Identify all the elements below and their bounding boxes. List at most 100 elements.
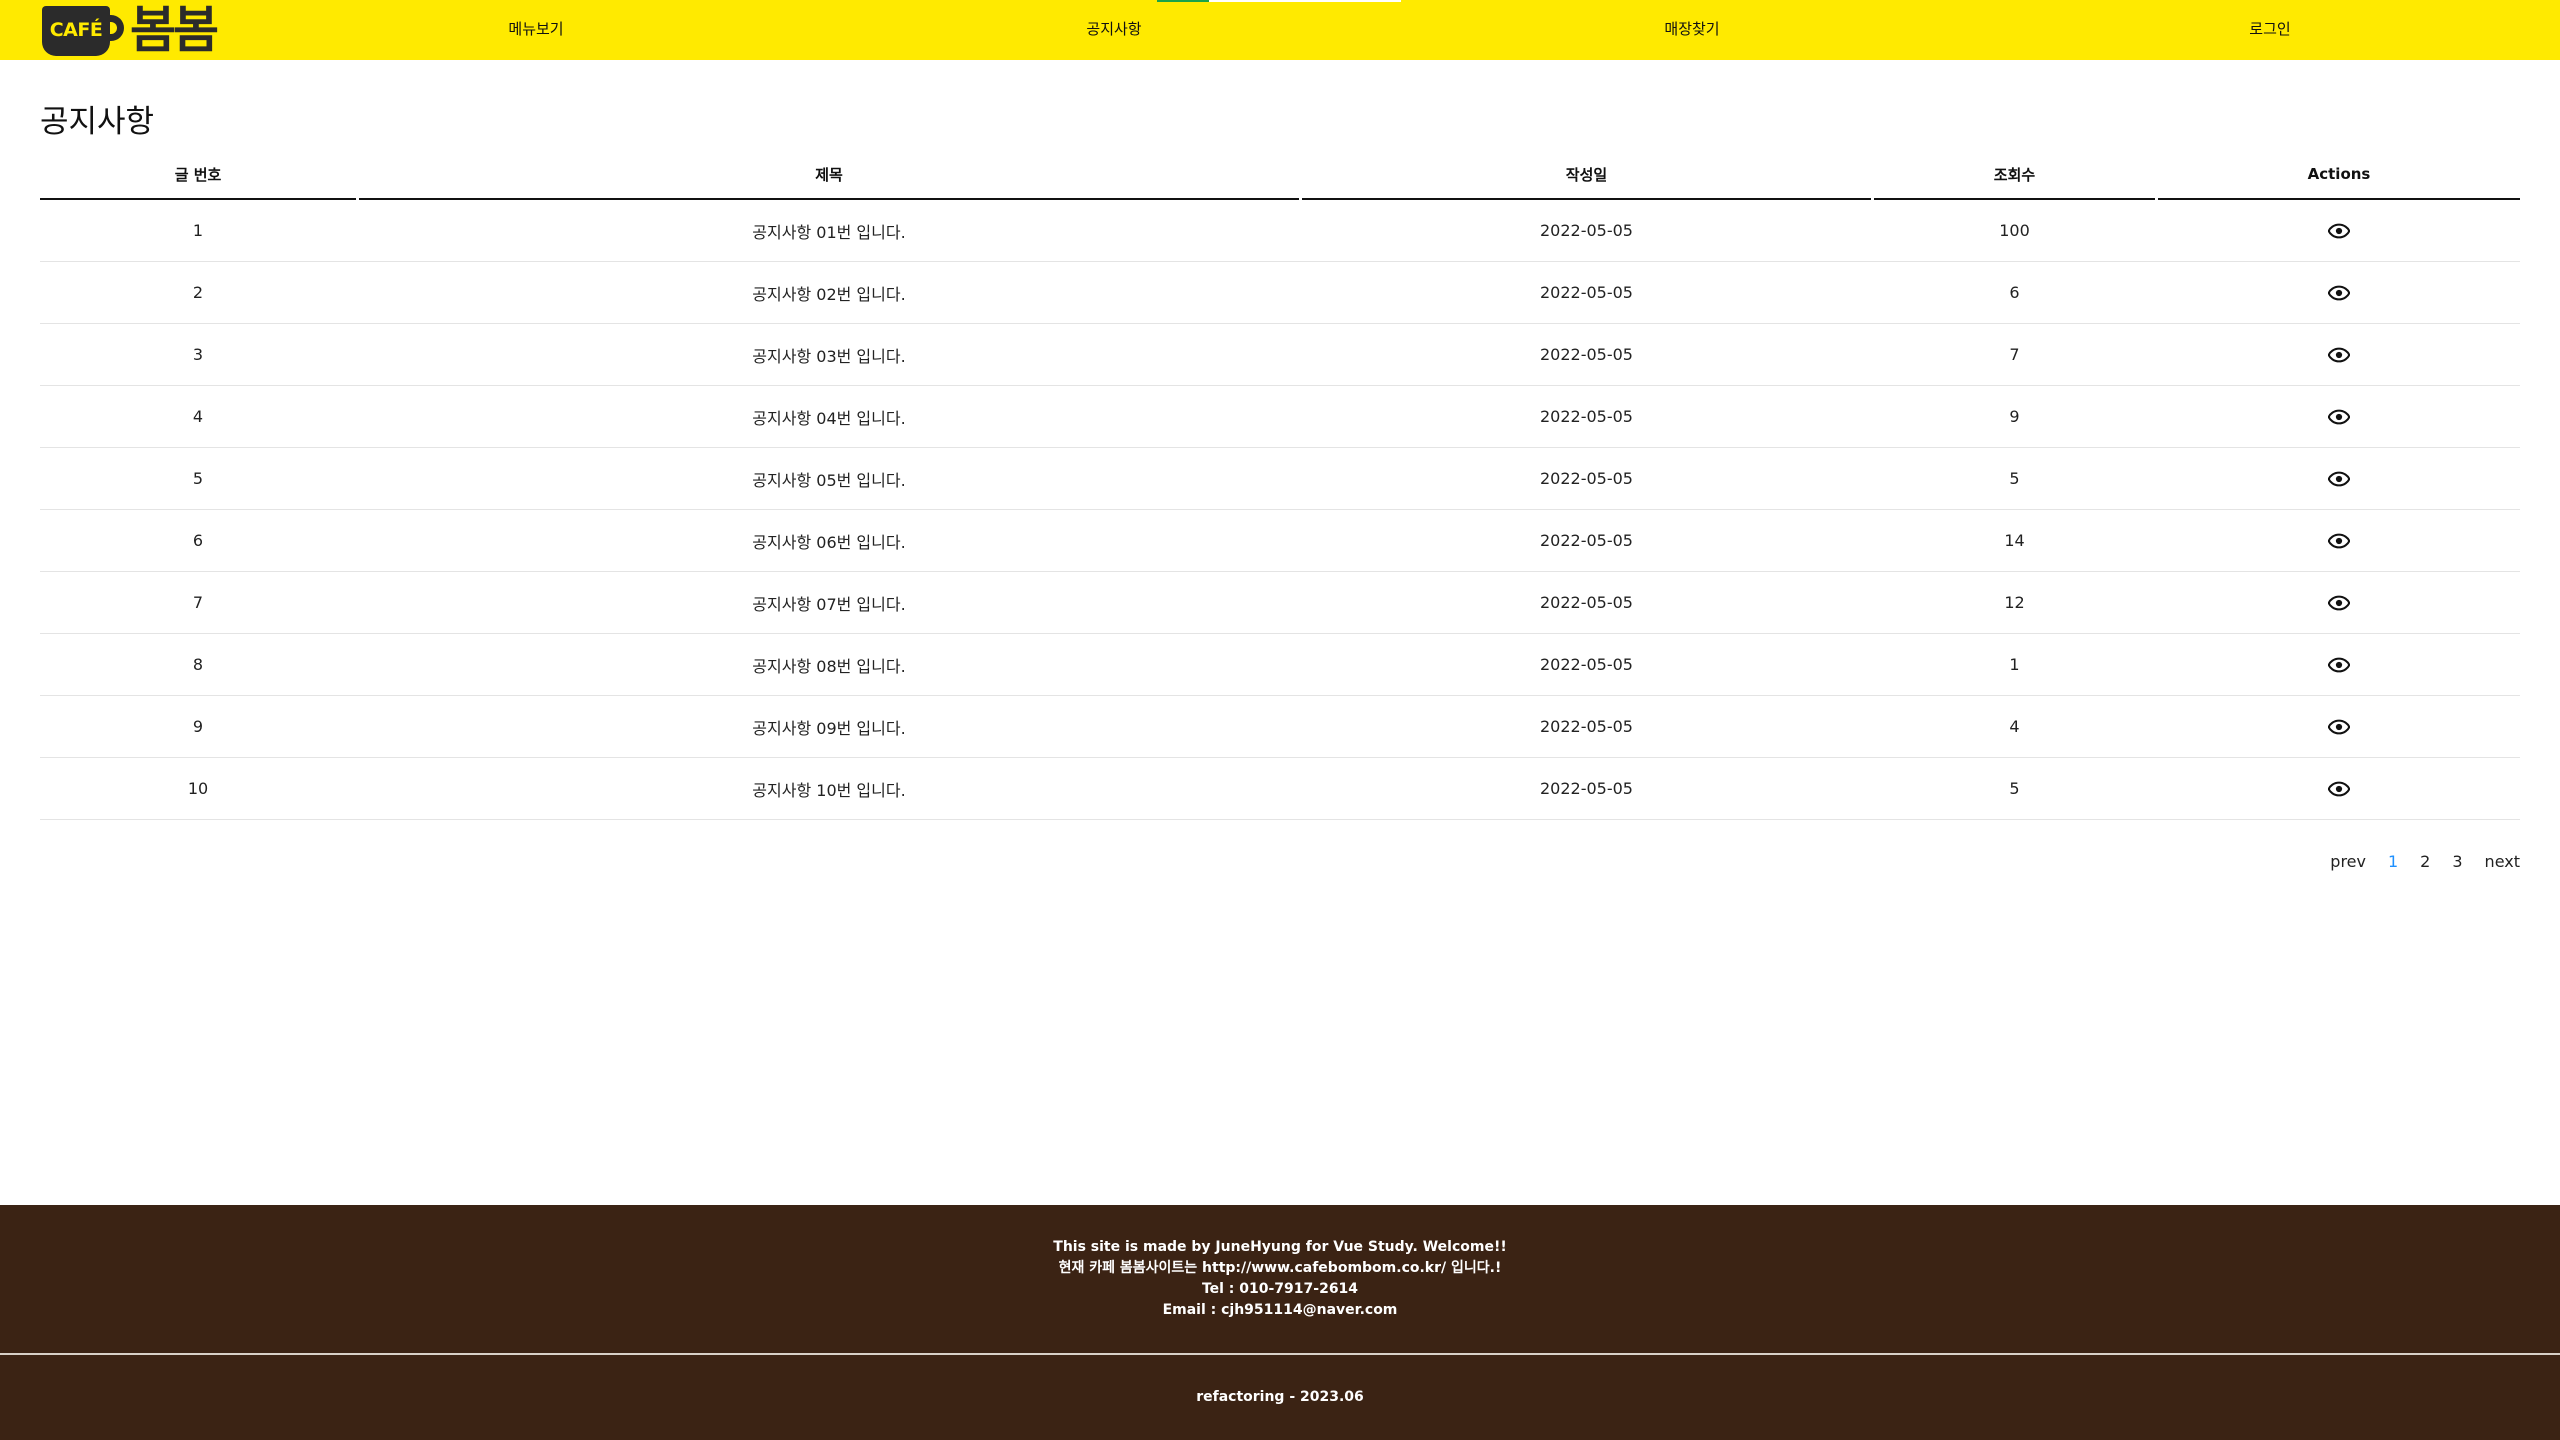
cell-title[interactable]: 공지사항 06번 입니다. xyxy=(359,510,1299,571)
footer-credit-text: This site is made by JuneHyung for Vue S… xyxy=(1053,1239,1507,1255)
footer-tel: Tel : 010-7917-2614 xyxy=(1201,1281,1359,1297)
cell-date: 2022-05-05 xyxy=(1540,469,1633,488)
eye-icon[interactable] xyxy=(2328,409,2350,425)
pagination-prev[interactable]: prev xyxy=(2330,852,2366,871)
eye-icon[interactable] xyxy=(2328,657,2350,673)
nav-item-login[interactable]: 로그인 xyxy=(2249,0,2290,60)
cell-number: 8 xyxy=(192,655,204,674)
logo-cafe-text: CAFÉ xyxy=(49,19,103,41)
table-row[interactable]: 7 공지사항 07번 입니다. 2022-05-05 12 xyxy=(40,572,2520,634)
table-header-row: 글 번호 제목 작성일 조회수 Actions xyxy=(40,150,2520,200)
nav-item-menu[interactable]: 메뉴보기 xyxy=(508,0,563,60)
footer-site-suffix: 입니다.! xyxy=(1446,1260,1502,1276)
cell-title[interactable]: 공지사항 10번 입니다. xyxy=(359,758,1299,819)
cell-title[interactable]: 공지사항 05번 입니다. xyxy=(359,448,1299,509)
cell-title[interactable]: 공지사항 09번 입니다. xyxy=(359,696,1299,757)
footer-info: This site is made by JuneHyung for Vue S… xyxy=(0,1237,2560,1321)
cell-title[interactable]: 공지사항 02번 입니다. xyxy=(359,262,1299,323)
eye-icon[interactable] xyxy=(2328,347,2350,363)
cell-date: 2022-05-05 xyxy=(1540,407,1633,426)
table-row[interactable]: 4 공지사항 04번 입니다. 2022-05-05 9 xyxy=(40,386,2520,448)
cell-number: 9 xyxy=(192,717,204,736)
cell-views: 4 xyxy=(2009,717,2020,736)
eye-icon[interactable] xyxy=(2328,719,2350,735)
cell-views: 1 xyxy=(2009,655,2020,674)
footer-copyright: refactoring - 2023.06 xyxy=(1196,1389,1364,1405)
eye-icon[interactable] xyxy=(2328,223,2350,239)
cell-actions xyxy=(2158,386,2520,447)
eye-icon[interactable] xyxy=(2328,781,2350,797)
column-header-views[interactable]: 조회수 xyxy=(1874,150,2155,200)
cell-date: 2022-05-05 xyxy=(1540,655,1633,674)
table-row[interactable]: 2 공지사항 02번 입니다. 2022-05-05 6 xyxy=(40,262,2520,324)
table-row[interactable]: 9 공지사항 09번 입니다. 2022-05-05 4 xyxy=(40,696,2520,758)
cell-actions xyxy=(2158,262,2520,323)
notice-table: 글 번호 제목 작성일 조회수 Actions 1 공지사항 01번 입니다. 20… xyxy=(40,150,2520,820)
footer-site-prefix: 현재 카페 봄봄사이트는 xyxy=(1058,1260,1203,1276)
table-row[interactable]: 8 공지사항 08번 입니다. 2022-05-05 1 xyxy=(40,634,2520,696)
table-row[interactable]: 5 공지사항 05번 입니다. 2022-05-05 5 xyxy=(40,448,2520,510)
pagination-page-3[interactable]: 3 xyxy=(2452,852,2462,871)
cell-actions xyxy=(2158,324,2520,385)
cell-views: 5 xyxy=(2009,779,2020,798)
logo-brand-name: 봄봄 xyxy=(130,1,219,59)
cell-number: 3 xyxy=(192,345,204,364)
cafe-bombom-logo[interactable]: CAFÉ 봄봄 xyxy=(40,0,219,60)
pagination-next[interactable]: next xyxy=(2485,852,2520,871)
cell-number: 10 xyxy=(187,779,209,798)
cell-views: 100 xyxy=(1999,221,2030,240)
cell-actions xyxy=(2158,696,2520,757)
cell-date: 2022-05-05 xyxy=(1540,345,1633,364)
cell-views: 12 xyxy=(2004,593,2025,612)
footer-divider xyxy=(0,1353,2560,1355)
nav-item-store-finder[interactable]: 매장찾기 xyxy=(1664,0,1719,60)
cell-actions xyxy=(2158,572,2520,633)
eye-icon[interactable] xyxy=(2328,471,2350,487)
cell-number: 6 xyxy=(192,531,204,550)
cell-date: 2022-05-05 xyxy=(1540,531,1633,550)
cell-views: 7 xyxy=(2009,345,2020,364)
nav-item-notice[interactable]: 공지사항 xyxy=(1086,0,1141,60)
cell-title[interactable]: 공지사항 04번 입니다. xyxy=(359,386,1299,447)
cell-title[interactable]: 공지사항 08번 입니다. xyxy=(359,634,1299,695)
eye-icon[interactable] xyxy=(2328,285,2350,301)
column-header-title[interactable]: 제목 xyxy=(359,150,1299,200)
pagination-page-2[interactable]: 2 xyxy=(2420,852,2430,871)
cell-date: 2022-05-05 xyxy=(1540,221,1633,240)
table-row[interactable]: 1 공지사항 01번 입니다. 2022-05-05 100 xyxy=(40,200,2520,262)
cell-actions xyxy=(2158,448,2520,509)
cell-date: 2022-05-05 xyxy=(1540,283,1633,302)
table-row[interactable]: 10 공지사항 10번 입니다. 2022-05-05 5 xyxy=(40,758,2520,820)
table-row[interactable]: 6 공지사항 06번 입니다. 2022-05-05 14 xyxy=(40,510,2520,572)
cell-date: 2022-05-05 xyxy=(1540,717,1633,736)
footer-email: Email : cjh951114@naver.com xyxy=(1162,1302,1398,1318)
column-header-date[interactable]: 작성일 xyxy=(1302,150,1871,200)
page-title: 공지사항 xyxy=(40,104,155,140)
table-row[interactable]: 3 공지사항 03번 입니다. 2022-05-05 7 xyxy=(40,324,2520,386)
footer-site-line: 현재 카페 봄봄사이트는 http://www.cafebombom.co.kr… xyxy=(0,1258,2560,1279)
pagination: prev 1 2 3 next xyxy=(2308,852,2520,871)
column-header-number[interactable]: 글 번호 xyxy=(40,150,356,200)
cell-number: 2 xyxy=(192,283,204,302)
cell-date: 2022-05-05 xyxy=(1540,593,1633,612)
footer-site-url[interactable]: http://www.cafebombom.co.kr/ xyxy=(1202,1260,1446,1276)
cell-actions xyxy=(2158,758,2520,819)
cell-title[interactable]: 공지사항 03번 입니다. xyxy=(359,324,1299,385)
column-header-actions: Actions xyxy=(2158,150,2520,200)
cell-number: 5 xyxy=(192,469,204,488)
eye-icon[interactable] xyxy=(2328,533,2350,549)
cell-views: 6 xyxy=(2009,283,2020,302)
nav-active-indicator xyxy=(1157,0,1209,2)
top-navbar: CAFÉ 봄봄 메뉴보기 공지사항 매장찾기 로그인 xyxy=(0,0,2560,60)
cell-actions xyxy=(2158,634,2520,695)
eye-icon[interactable] xyxy=(2328,595,2350,611)
cell-number: 7 xyxy=(192,593,204,612)
site-footer: This site is made by JuneHyung for Vue S… xyxy=(0,1205,2560,1440)
cell-title[interactable]: 공지사항 07번 입니다. xyxy=(359,572,1299,633)
cell-number: 4 xyxy=(192,407,204,426)
nav-active-indicator-gap xyxy=(1209,0,1401,2)
pagination-page-1[interactable]: 1 xyxy=(2388,852,2398,871)
cell-actions xyxy=(2158,510,2520,571)
cell-actions xyxy=(2158,200,2520,261)
cell-title[interactable]: 공지사항 01번 입니다. xyxy=(359,200,1299,261)
